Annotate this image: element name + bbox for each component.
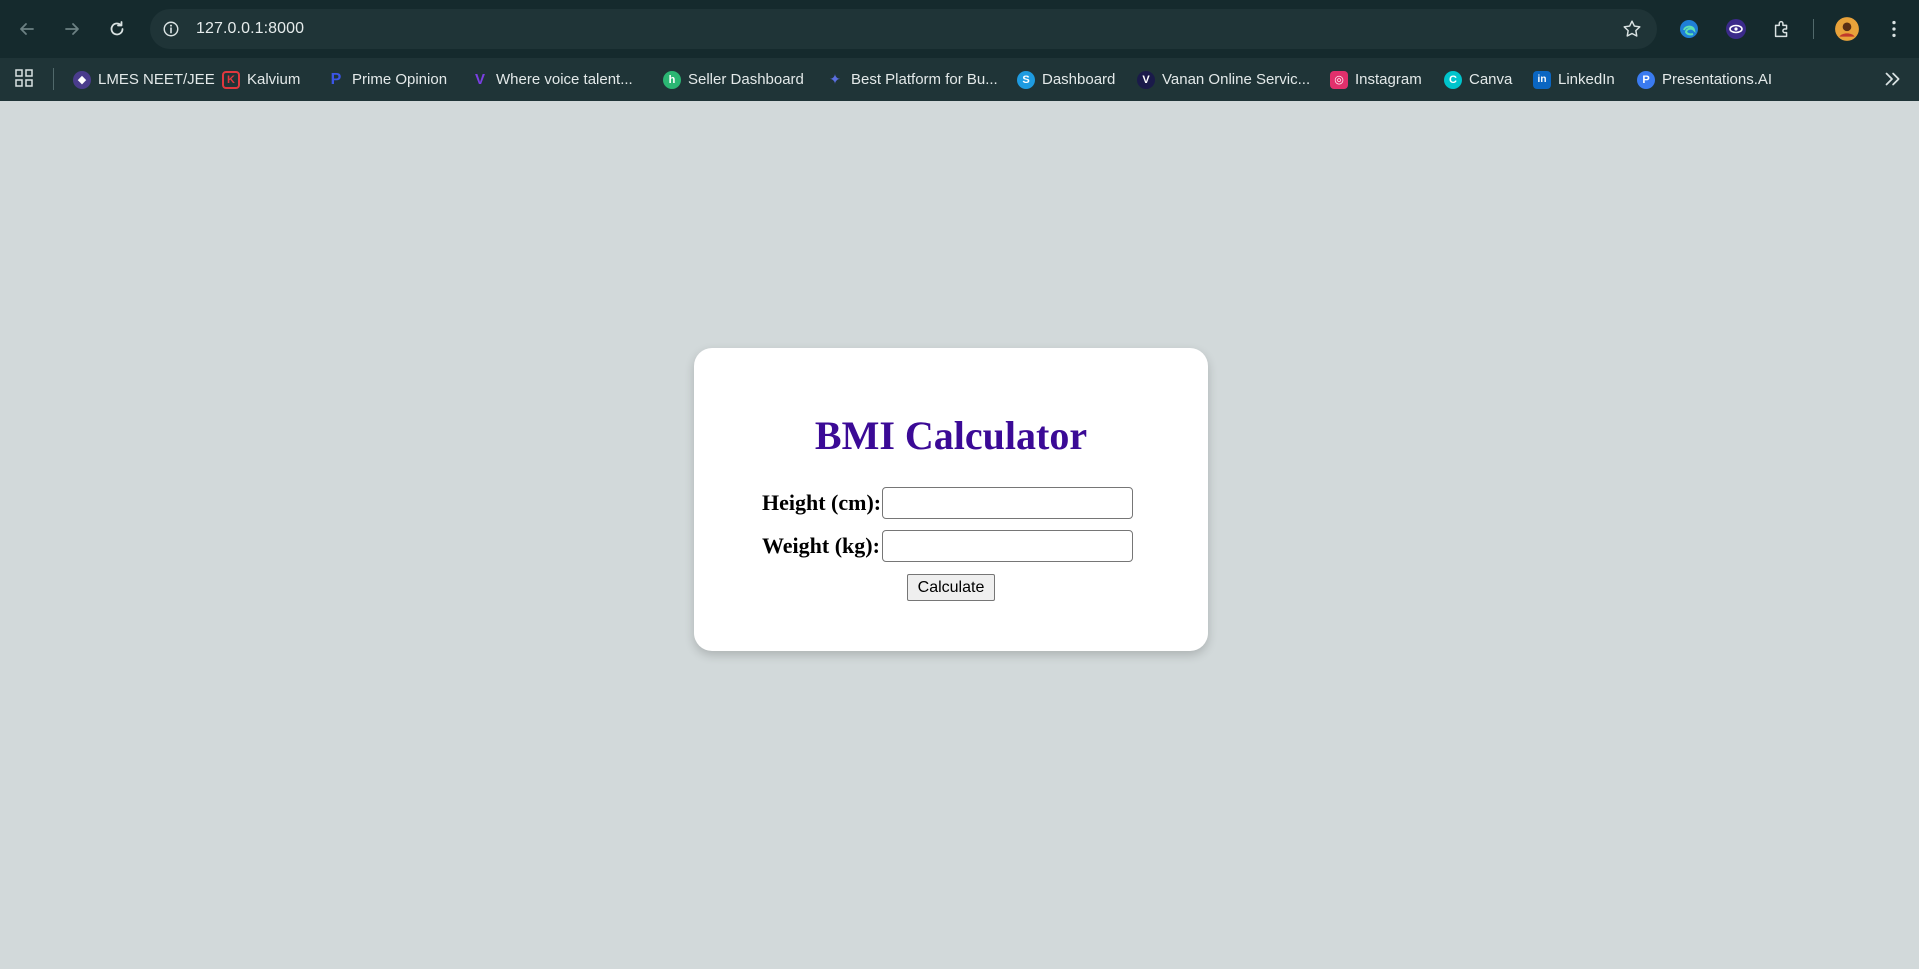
- prime-opinion-icon: P: [330, 70, 342, 88]
- canva-icon: C: [1444, 70, 1462, 89]
- height-row: Height (cm):: [762, 487, 1133, 519]
- bookmark-label: Vanan Online Servic...: [1162, 71, 1311, 88]
- apps-grid-icon[interactable]: [14, 68, 34, 88]
- bookmark-instagram[interactable]: ◎ Instagram: [1330, 58, 1422, 101]
- address-bar[interactable]: 127.0.0.1:8000: [150, 9, 1657, 49]
- bookmark-label: LinkedIn: [1558, 71, 1615, 88]
- browser-toolbar: 127.0.0.1:8000: [0, 0, 1919, 58]
- bookmark-best-platform[interactable]: ✦ Best Platform for Bu...: [826, 58, 998, 101]
- lmes-icon: ◆: [73, 70, 91, 89]
- kalvium-icon: K: [222, 70, 240, 89]
- reload-button[interactable]: [102, 14, 132, 44]
- bookmark-presentations-ai[interactable]: P Presentations.AI: [1637, 58, 1772, 101]
- page-title: BMI Calculator: [814, 413, 1088, 458]
- weight-label: Weight (kg):: [762, 533, 880, 558]
- bookmark-label: LMES NEET/JEE: [98, 71, 215, 88]
- browser-chrome: 127.0.0.1:8000 ◆ LMES NEET/JEE K Kalvium: [0, 0, 1919, 101]
- bookmark-label: Where voice talent...: [496, 71, 633, 88]
- voice-talent-icon: V: [474, 71, 485, 88]
- bookmark-dashboard[interactable]: S Dashboard: [1017, 58, 1115, 101]
- bookmark-label: Presentations.AI: [1662, 71, 1773, 88]
- instagram-icon: ◎: [1330, 70, 1348, 89]
- back-button[interactable]: [12, 14, 42, 44]
- bookmark-canva[interactable]: C Canva: [1444, 58, 1512, 101]
- bookmark-label: Best Platform for Bu...: [851, 71, 998, 88]
- profile-avatar[interactable]: [1833, 15, 1861, 43]
- address-url[interactable]: 127.0.0.1:8000: [196, 20, 304, 38]
- bookmark-linkedin[interactable]: in LinkedIn: [1533, 58, 1615, 101]
- bookmark-kalvium[interactable]: K Kalvium: [222, 58, 300, 101]
- dashboard-icon: S: [1017, 70, 1035, 89]
- eye-extension-icon[interactable]: [1722, 15, 1750, 43]
- vanan-icon: V: [1137, 70, 1155, 89]
- bookmark-label: Dashboard: [1042, 71, 1116, 88]
- bookmark-seller-dashboard[interactable]: h Seller Dashboard: [663, 58, 804, 101]
- height-label: Height (cm):: [762, 490, 882, 515]
- arrow-left-icon: [20, 23, 34, 35]
- weight-input[interactable]: [882, 530, 1133, 562]
- reload-icon: [110, 21, 124, 36]
- arrow-right-icon: [65, 23, 79, 35]
- bookmark-label: Prime Opinion: [352, 71, 448, 88]
- bookmark-label: Seller Dashboard: [688, 71, 804, 88]
- bookmark-label: Instagram: [1355, 71, 1422, 88]
- presentations-ai-icon: P: [1637, 70, 1655, 89]
- bookmark-prime-opinion[interactable]: P Prime Opinion: [327, 58, 447, 101]
- bookmark-lmes[interactable]: ◆ LMES NEET/JEE: [73, 58, 215, 101]
- bookmark-voice-talent[interactable]: V Where voice talent...: [471, 58, 633, 101]
- bookmarks-bar: ◆ LMES NEET/JEE K Kalvium P Prime Opinio…: [0, 58, 1919, 101]
- edge-copilot-icon[interactable]: [1675, 15, 1703, 43]
- bmi-card: BMI Calculator Height (cm): Weight (kg):…: [694, 348, 1208, 651]
- bookmark-label: Canva: [1469, 71, 1513, 88]
- best-platform-icon: ✦: [829, 71, 841, 87]
- browser-menu-icon[interactable]: [1880, 15, 1908, 43]
- weight-row: Weight (kg):: [762, 530, 1133, 562]
- site-info-icon[interactable]: [160, 18, 182, 40]
- calculate-button[interactable]: Calculate: [907, 574, 995, 601]
- bookmark-vanan[interactable]: V Vanan Online Servic...: [1137, 58, 1310, 101]
- chevron-double-right-icon[interactable]: [1881, 68, 1903, 90]
- height-input[interactable]: [882, 487, 1133, 519]
- toolbar-divider: [1813, 19, 1814, 39]
- bookmark-label: Kalvium: [247, 71, 301, 88]
- extensions-puzzle-icon[interactable]: [1768, 15, 1796, 43]
- bookmarks-divider: [53, 68, 54, 90]
- linkedin-icon: in: [1533, 70, 1551, 89]
- bookmark-star-icon[interactable]: [1621, 18, 1643, 40]
- seller-dashboard-icon: h: [663, 70, 681, 89]
- forward-button[interactable]: [57, 14, 87, 44]
